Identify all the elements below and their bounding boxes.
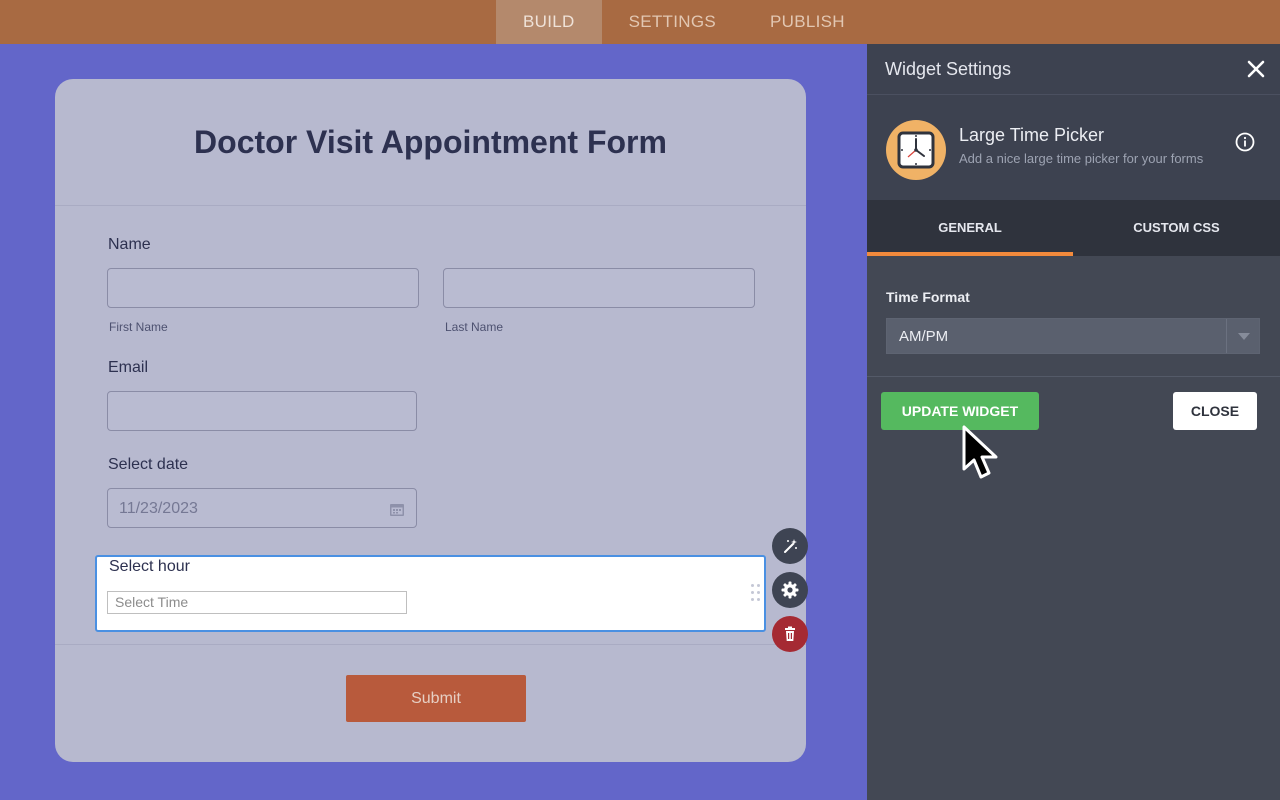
time-format-value: AM/PM [899, 328, 949, 345]
first-name-input[interactable] [107, 268, 419, 308]
close-button[interactable]: CLOSE [1173, 392, 1257, 430]
close-icon[interactable] [1245, 58, 1267, 80]
last-name-sublabel: Last Name [445, 320, 504, 334]
tab-build[interactable]: BUILD [496, 0, 602, 44]
header-divider [55, 205, 806, 206]
magic-wand-icon [784, 539, 797, 553]
date-label: Select date [108, 456, 189, 473]
select-hour-field[interactable]: Select hour Select Time [95, 555, 766, 632]
settings-tabs: GENERAL CUSTOM CSS [867, 200, 1280, 256]
time-picker-input[interactable]: Select Time [107, 591, 407, 614]
widget-info: Large Time Picker Add a nice large time … [867, 94, 1280, 200]
top-navigation: BUILD SETTINGS PUBLISH [0, 0, 1280, 44]
form-title[interactable]: Doctor Visit Appointment Form [55, 124, 806, 161]
form-card: Doctor Visit Appointment Form Name First… [55, 79, 806, 762]
actions-divider [867, 376, 1280, 377]
field-settings-button[interactable] [772, 572, 808, 608]
gear-icon [781, 581, 799, 599]
email-label: Email [108, 359, 149, 376]
last-name-input[interactable] [443, 268, 755, 308]
update-widget-button[interactable]: UPDATE WIDGET [881, 392, 1039, 430]
info-icon[interactable] [1235, 132, 1255, 152]
email-input[interactable] [107, 391, 417, 431]
dropdown-toggle[interactable] [1226, 319, 1259, 353]
panel-title: Widget Settings [885, 59, 1012, 79]
chevron-down-icon [1238, 333, 1250, 340]
first-name-sublabel: First Name [109, 320, 168, 334]
widget-settings-panel: Widget Settings Large Time Picker Add a … [867, 44, 1280, 800]
footer-divider [55, 644, 806, 645]
tab-custom-css[interactable]: CUSTOM CSS [1073, 200, 1280, 256]
date-input[interactable]: 11/23/2023 [107, 488, 417, 528]
clock-icon [886, 120, 946, 180]
panel-header: Widget Settings [867, 44, 1280, 94]
drag-handle-icon[interactable] [751, 584, 761, 604]
wizard-button[interactable] [772, 528, 808, 564]
delete-field-button[interactable] [772, 616, 808, 652]
builder-tabs: BUILD SETTINGS PUBLISH [496, 0, 872, 44]
select-hour-label[interactable]: Select hour [109, 558, 190, 576]
time-format-select[interactable]: AM/PM [886, 318, 1260, 354]
submit-button[interactable]: Submit [346, 675, 526, 722]
name-label: Name [108, 236, 151, 253]
tab-publish[interactable]: PUBLISH [743, 0, 872, 44]
tab-settings[interactable]: SETTINGS [602, 0, 743, 44]
calendar-icon[interactable] [389, 501, 405, 517]
mouse-cursor-icon [962, 425, 998, 479]
widget-description: Add a nice large time picker for your fo… [959, 151, 1204, 166]
widget-name: Large Time Picker [959, 125, 1105, 145]
date-value: 11/23/2023 [119, 500, 198, 517]
time-format-label: Time Format [886, 289, 970, 305]
tab-general[interactable]: GENERAL [867, 200, 1073, 256]
trash-icon [785, 626, 795, 641]
